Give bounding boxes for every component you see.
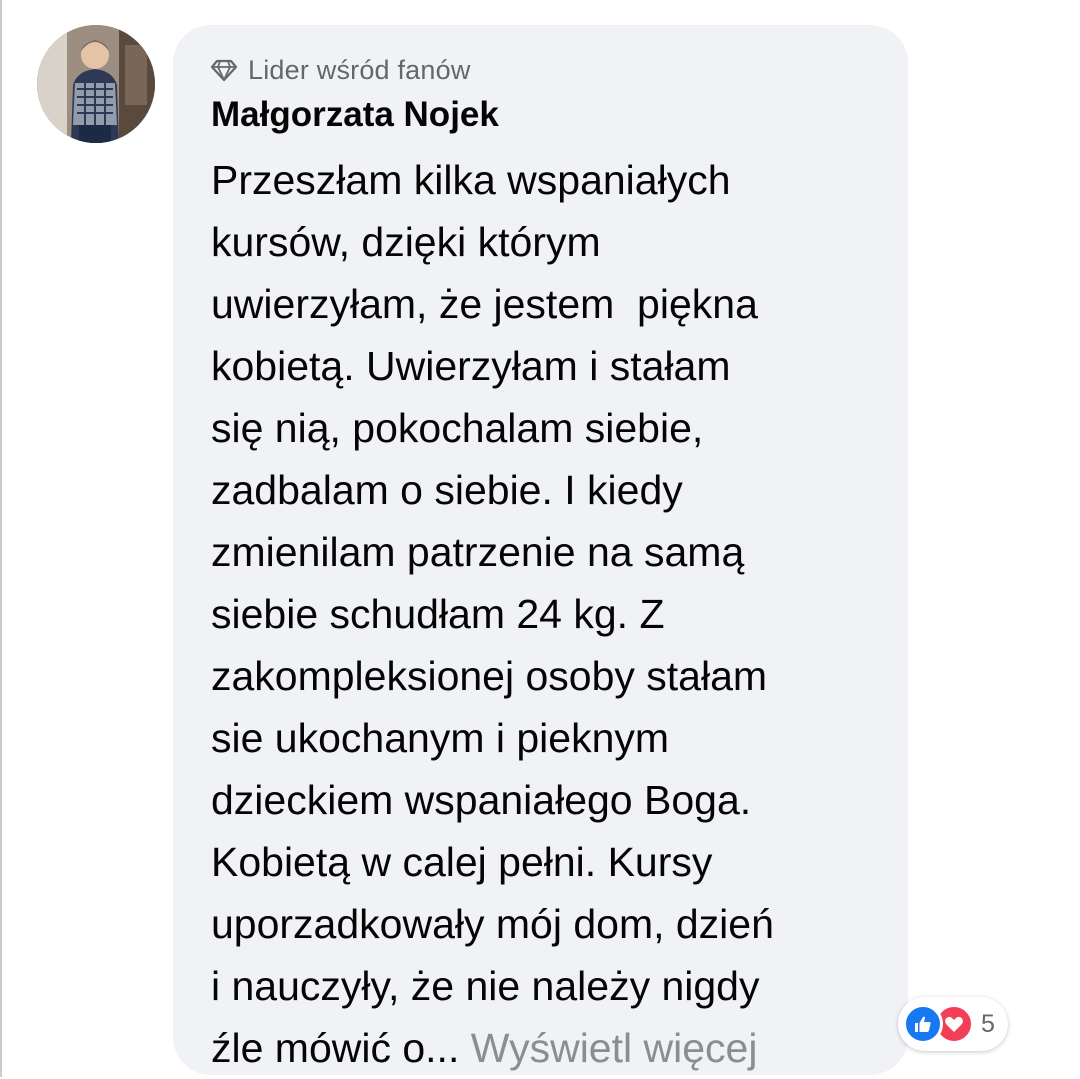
comment-bubble: Lider wśród fanów Małgorzata Nojek Przes… [173, 25, 908, 1075]
comment-text: Przeszłam kilka wspaniałych kursów, dzię… [211, 149, 901, 1079]
see-more-link[interactable]: Wyświetl więcej [471, 1025, 758, 1071]
comment-line: zadbalam o siebie. I kiedy [211, 467, 683, 513]
badge-label: Lider wśród fanów [248, 54, 471, 85]
comment-line: się nią, pokochalam siebie, [211, 405, 704, 451]
author-name[interactable]: Małgorzata Nojek [211, 95, 499, 135]
comment-line: Przeszłam kilka wspaniałych [211, 157, 731, 203]
comment-line: siebie schudłam 24 kg. Z [211, 591, 665, 637]
comment-line: i nauczyły, że nie należy nigdy [211, 963, 760, 1009]
comment-line: sie ukochanym i pieknym [211, 715, 670, 761]
comment-last-line: źle mówić o... Wyświetl więcej [211, 1017, 901, 1079]
left-edge-divider [0, 0, 2, 1077]
comment-line: Kobietą w calej pełni. Kursy [211, 839, 713, 885]
truncated-text: źle mówić o... [211, 1025, 460, 1071]
comment-line: zakompleksionej osoby stałam [211, 653, 768, 699]
avatar-photo [37, 25, 155, 143]
comment-line: kobietą. Uwierzyłam i stałam [211, 343, 731, 389]
avatar[interactable] [37, 25, 155, 143]
comment-line: uporzadkowały mój dom, dzień [211, 901, 774, 947]
diamond-icon [210, 58, 238, 82]
like-icon [903, 1004, 943, 1044]
comment-line: kursów, dzięki którym [211, 219, 601, 265]
reaction-count: 5 [981, 1009, 995, 1038]
comment-line: zmienilam patrzenie na samą [211, 529, 745, 575]
comment-line: uwierzyłam, że jestem piękna [211, 281, 758, 327]
top-fan-badge[interactable]: Lider wśród fanów [210, 53, 471, 87]
reactions-summary[interactable]: 5 [898, 997, 1008, 1051]
comment-line: dzieckiem wspaniałego Boga. [211, 777, 752, 823]
